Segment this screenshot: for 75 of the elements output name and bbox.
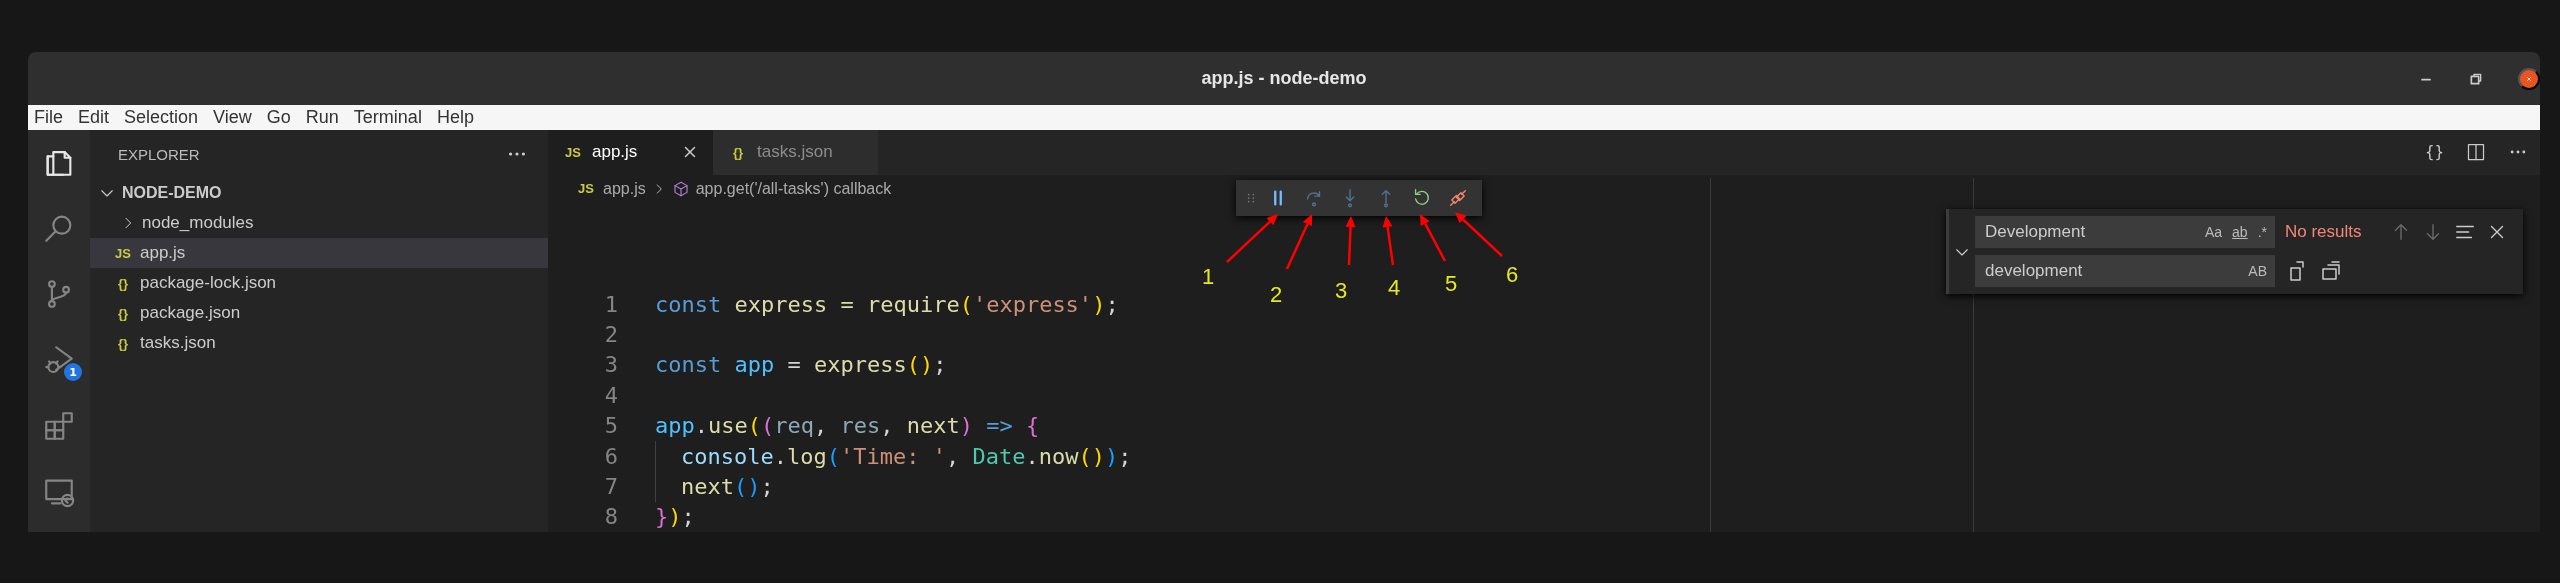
find-input[interactable]: Development Aa ab .*	[1975, 216, 2275, 248]
code-line: const app = express();	[655, 351, 947, 380]
file-tree-item[interactable]: {} package.json	[90, 298, 548, 328]
panel-title: EXPLORER	[118, 145, 200, 163]
notification-badge: 1	[64, 363, 82, 381]
search-option-toggle[interactable]: Aa	[2204, 224, 2223, 240]
annotation-arrow	[1285, 214, 1312, 270]
file-type-icon: {}	[112, 275, 134, 291]
menu-item[interactable]: View	[213, 107, 252, 128]
file-name: package.json	[140, 303, 241, 323]
menu-item[interactable]: Go	[266, 107, 291, 128]
line-number: 5	[603, 413, 618, 439]
search-status: No results	[2285, 222, 2362, 242]
file-tree-item[interactable]: {} package-lock.json	[90, 268, 548, 298]
file-name: tasks.json	[140, 333, 216, 353]
replace-input[interactable]: development AB	[1975, 255, 2275, 287]
search-option-toggle[interactable]: .*	[2257, 224, 2267, 240]
annotation-arrow	[1455, 212, 1503, 257]
annotation-arrow	[1345, 216, 1356, 266]
code-line: app.use((req, res, next) => {	[655, 412, 1040, 441]
close-button[interactable]	[2518, 67, 2540, 90]
search-option-toggle[interactable]: ab	[2232, 224, 2248, 240]
line-number: 7	[603, 473, 618, 499]
file-type-icon: {}	[112, 305, 134, 321]
window-title: app.js - node-demo	[1201, 68, 1367, 89]
folder-name[interactable]: NODE-DEMO	[122, 184, 222, 202]
file-type-icon: JS	[112, 245, 134, 261]
extensions-icon[interactable]	[42, 409, 76, 443]
file-type-icon: {}	[727, 144, 749, 160]
menu-item[interactable]: Terminal	[353, 107, 422, 128]
menu-item[interactable]: Run	[305, 107, 339, 128]
menu-item[interactable]: Selection	[124, 107, 199, 128]
format-button[interactable]: {}	[2424, 143, 2444, 162]
line-number: 8	[603, 504, 618, 530]
file-tree-item[interactable]: node_modules	[90, 208, 548, 238]
annotation-arrow	[1226, 214, 1278, 263]
file-tree-item[interactable]: {} tasks.json	[90, 328, 548, 358]
line-number: 2	[603, 321, 618, 347]
annotation-number: 4	[1388, 275, 1401, 301]
file-type-icon: {}	[112, 335, 134, 351]
annotation-arrow	[1382, 216, 1395, 266]
split-editor-icon[interactable]	[2466, 142, 2486, 163]
code-line: const express = require('express');	[655, 290, 1119, 319]
disconnect-icon[interactable]	[1447, 187, 1469, 209]
file-type-icon: JS	[562, 144, 584, 160]
line-number: 3	[603, 352, 618, 378]
menu-item[interactable]: Help	[436, 107, 474, 128]
line-number: 6	[603, 443, 618, 469]
line-number: 4	[603, 382, 618, 408]
annotation-number: 1	[1202, 264, 1215, 290]
annotation-number: 5	[1445, 271, 1458, 297]
code-line: console.log('Time: ', Date.now());	[655, 440, 1132, 472]
annotation-arrow	[1420, 214, 1447, 262]
menu-item[interactable]: Edit	[78, 107, 110, 128]
line-number: 1	[603, 291, 618, 317]
cube-icon	[671, 179, 690, 198]
file-type-icon: JS	[575, 181, 597, 197]
code-line: next();	[655, 471, 774, 502]
breadcrumb-item[interactable]: app.js	[603, 179, 646, 198]
editor-tab[interactable]: JS app.js	[548, 130, 713, 175]
menu-item[interactable]: File	[34, 107, 63, 128]
file-name: package-lock.json	[140, 273, 277, 293]
breadcrumb-item[interactable]: app.get('/all-tasks') callback	[695, 179, 892, 198]
tab-label: app.js	[592, 142, 638, 163]
file-name: node_modules	[142, 213, 254, 233]
file-tree-item[interactable]: JS app.js	[90, 238, 548, 268]
editor-tab[interactable]: {} tasks.json	[713, 130, 878, 175]
tab-label: tasks.json	[757, 142, 833, 163]
annotation-number: 6	[1506, 262, 1519, 288]
code-line: });	[655, 503, 695, 532]
file-name: app.js	[140, 243, 186, 263]
replace-all-icon[interactable]	[2319, 259, 2343, 283]
preserve-case-toggle[interactable]: AB	[2248, 263, 2267, 279]
annotation-number: 3	[1335, 278, 1348, 304]
annotation-number: 2	[1270, 282, 1283, 308]
